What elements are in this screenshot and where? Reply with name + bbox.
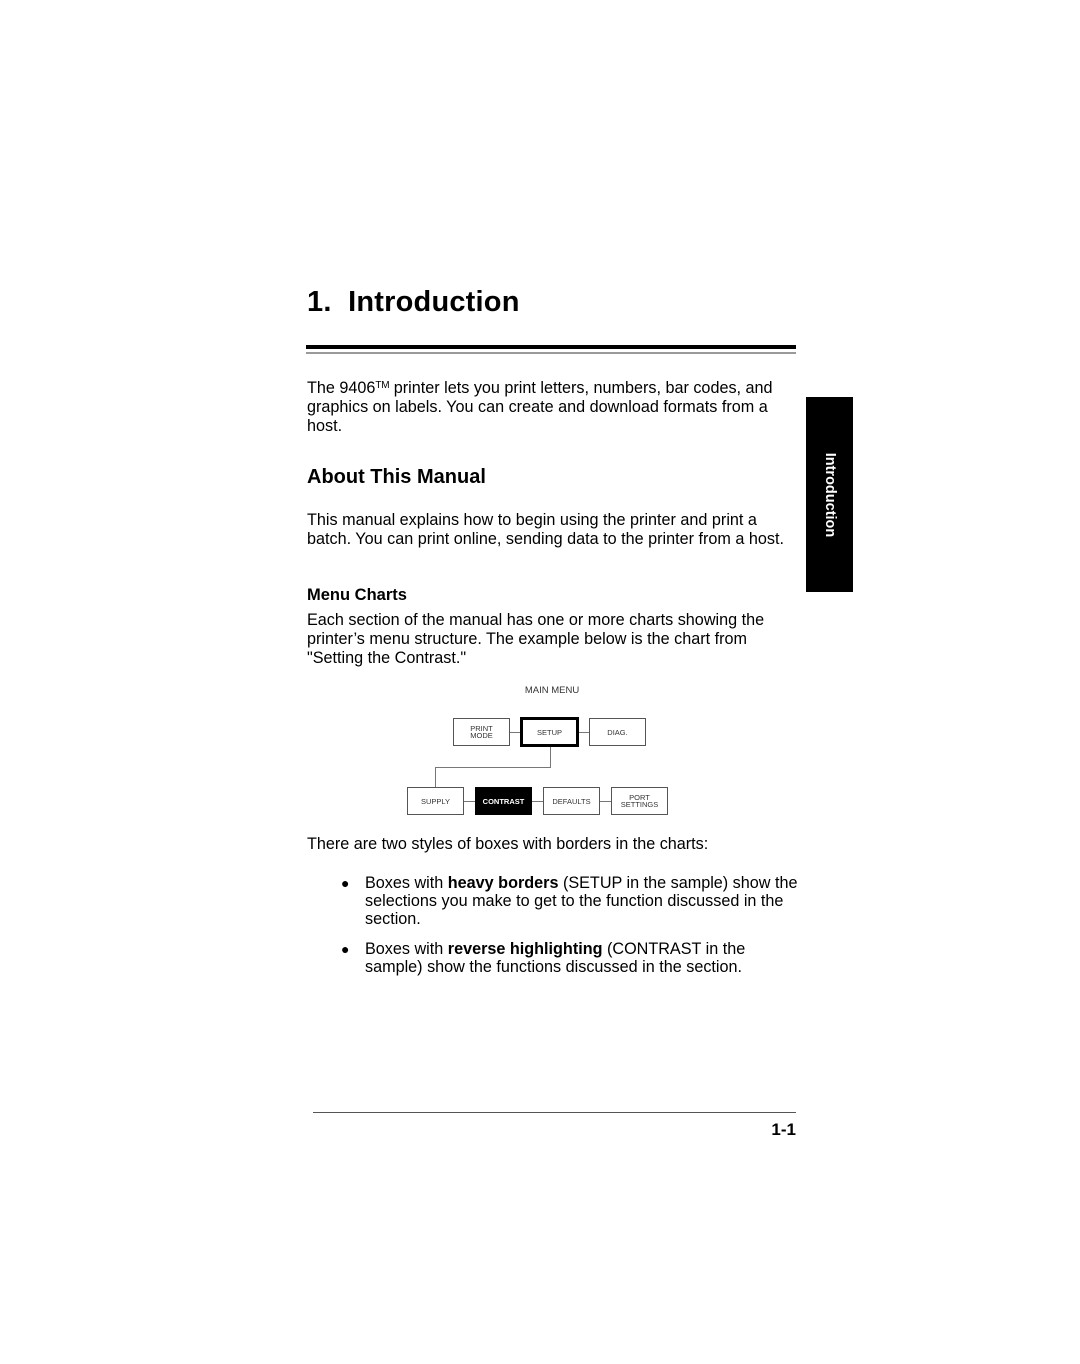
menu-box-print-mode: PRINT MODE <box>453 718 510 746</box>
menu-box-setup: SETUP <box>520 717 579 747</box>
intro-text-start: The 9406 <box>307 379 376 397</box>
connector-contrast-defaults <box>532 801 543 802</box>
menu-charts-paragraph: Each section of the manual has one or mo… <box>307 611 765 667</box>
menu-box-port-settings: PORT SETTINGS <box>611 787 668 815</box>
connector-supply-down <box>435 767 436 787</box>
heading-rule-thick <box>306 345 796 349</box>
footer-rule <box>313 1112 796 1113</box>
bold-term: reverse highlighting <box>447 940 603 958</box>
connector-setup-diag <box>579 732 589 733</box>
menu-chart-title: MAIN MENU <box>524 685 580 696</box>
menu-charts-heading: Menu Charts <box>307 586 407 604</box>
intro-paragraph: The 9406TM printer lets you print letter… <box>307 376 797 436</box>
page-number: 1-1 <box>771 1120 796 1139</box>
heading-rule-thin <box>306 352 796 354</box>
list-item: ● Boxes with reverse highlighting (CONTR… <box>341 940 746 976</box>
bullet-icon: ● <box>341 941 350 957</box>
trademark-symbol: TM <box>375 380 390 391</box>
about-heading: About This Manual <box>307 466 486 488</box>
connector-defaults-port <box>600 801 611 802</box>
connector-setup-down <box>550 747 551 767</box>
about-paragraph: This manual explains how to begin using … <box>307 511 784 548</box>
chapter-title: 1. Introduction <box>307 286 520 318</box>
list-item: ● Boxes with heavy borders (SETUP in the… <box>341 874 798 928</box>
menu-box-defaults: DEFAULTS <box>543 787 600 815</box>
menu-box-supply: SUPPLY <box>407 787 464 815</box>
box-styles-list: ● Boxes with heavy borders (SETUP in the… <box>341 874 801 988</box>
box-styles-intro: There are two styles of boxes with borde… <box>307 835 709 853</box>
bold-term: heavy borders <box>447 874 559 892</box>
connector-horizontal <box>435 767 551 768</box>
bullet-icon: ● <box>341 875 350 891</box>
menu-box-diag: DIAG. <box>589 718 646 746</box>
section-tab[interactable]: Introduction <box>806 397 853 592</box>
connector-supply-contrast <box>464 801 475 802</box>
connector-printmode-setup <box>510 732 520 733</box>
section-tab-label: Introduction <box>821 452 838 537</box>
menu-box-contrast: CONTRAST <box>475 787 532 815</box>
